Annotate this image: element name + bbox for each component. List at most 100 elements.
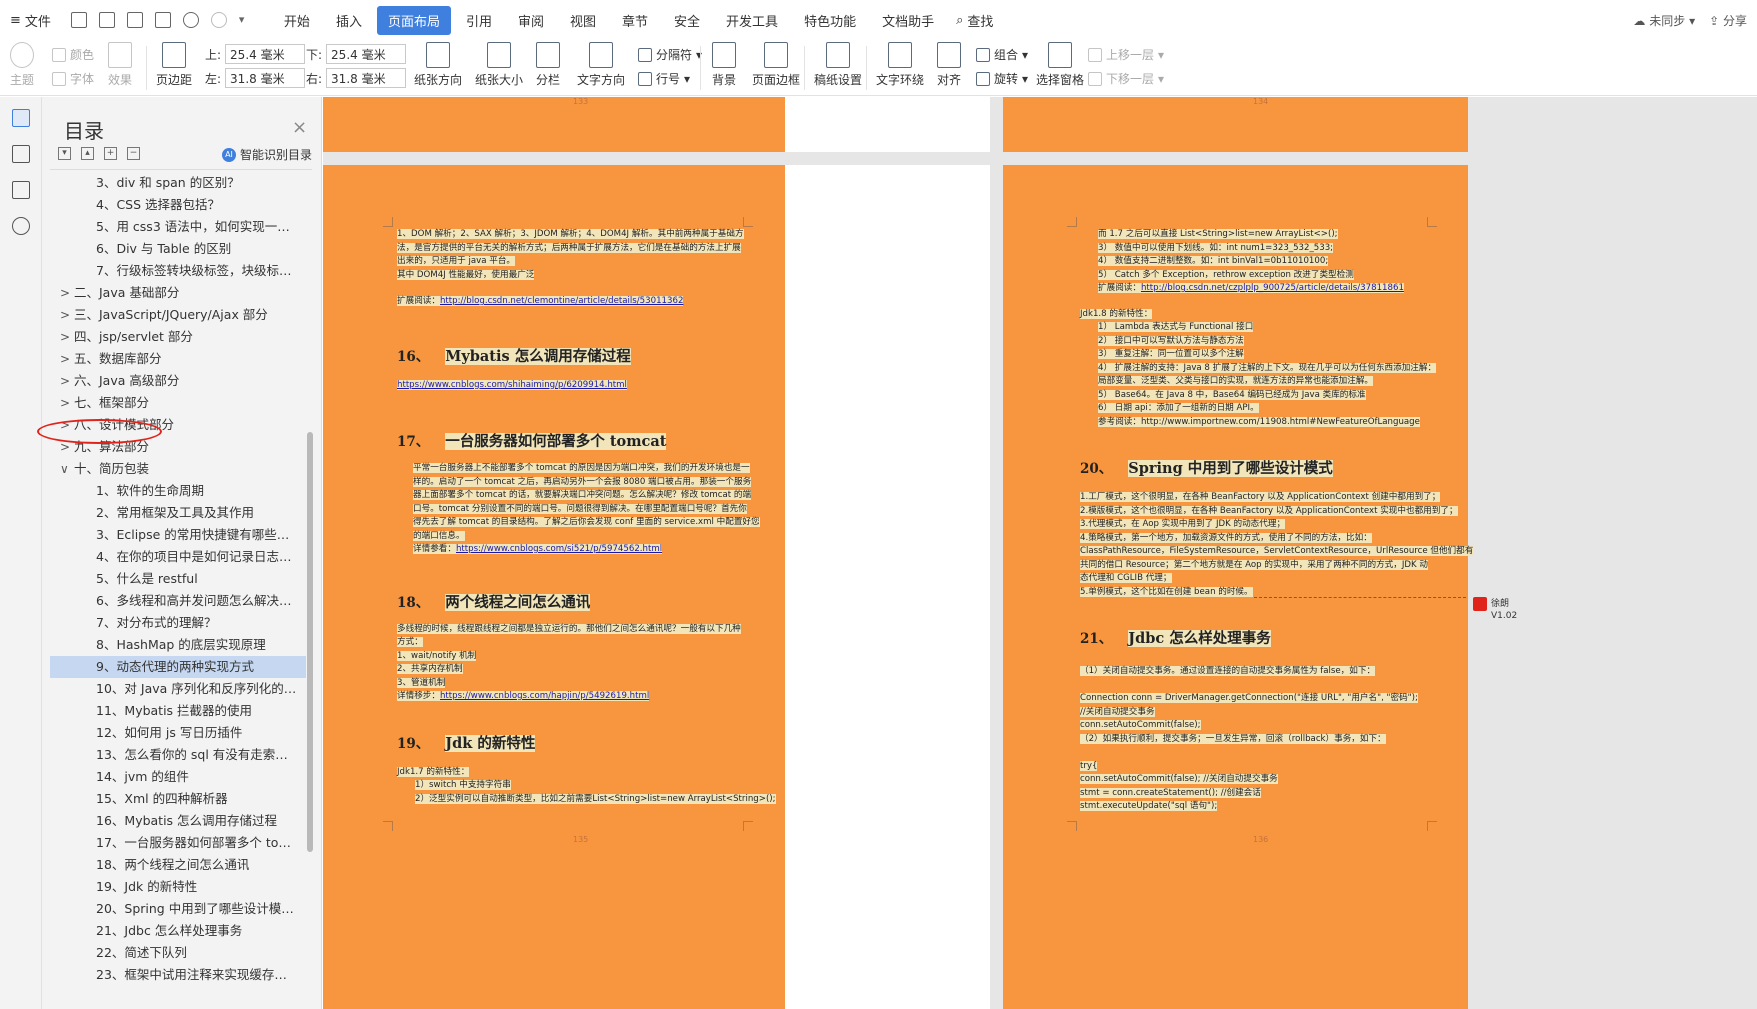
tab-8[interactable]: 开发工具 <box>715 6 789 35</box>
line-numbers-button[interactable]: 行号 ▾ <box>638 70 690 87</box>
toc-item[interactable]: 7、行级标签转块级标签，块级标… <box>50 260 306 282</box>
tab-0[interactable]: 开始 <box>273 6 321 35</box>
toc-item[interactable]: 20、Spring 中用到了哪些设计模… <box>50 898 306 920</box>
toc-item[interactable]: 3、div 和 span 的区别？ <box>50 172 306 194</box>
jdk17-link[interactable]: http://blog.csdn.net/czplplp_900725/arti… <box>1140 283 1404 293</box>
h17-link[interactable]: https://www.cnblogs.com/si521/p/5974562.… <box>455 544 663 554</box>
comment-balloon[interactable]: 徐朗 V1.02 <box>1473 596 1543 621</box>
rotate-button[interactable]: 旋转 ▾ <box>976 70 1028 87</box>
toc-item[interactable]: 5、什么是 restful <box>50 568 306 590</box>
chevron-right-icon[interactable]: > <box>60 326 70 348</box>
h18-link[interactable]: https://www.cnblogs.com/hapjin/p/5492619… <box>439 691 650 701</box>
print-icon[interactable] <box>126 12 143 28</box>
tab-2[interactable]: 页面布局 <box>376 5 451 35</box>
toc-item[interactable]: > 三、JavaScript/JQuery/Ajax 部分 <box>50 304 306 326</box>
sync-status[interactable]: ☁ 未同步 ▾ <box>1633 12 1695 29</box>
pages-icon[interactable] <box>11 145 30 163</box>
ext-read-link[interactable]: http://blog.csdn.net/clemontine/article/… <box>439 296 684 306</box>
toc-item[interactable]: 23、框架中试用注释来实现缓存… <box>50 964 306 986</box>
remove-icon[interactable]: − <box>127 147 140 160</box>
orientation-button[interactable]: 纸张方向 <box>414 42 462 88</box>
toc-icon[interactable] <box>11 109 30 127</box>
group-button[interactable]: 组合 ▾ <box>976 46 1028 63</box>
smart-toc-button[interactable]: AI 智能识别目录 <box>222 146 312 163</box>
format-painter-icon[interactable] <box>98 12 115 28</box>
tab-6[interactable]: 章节 <box>611 6 659 35</box>
toc-item[interactable]: 16、Mybatis 怎么调用存储过程 <box>50 810 306 832</box>
send-backward-button[interactable]: 下移一层 ▾ <box>1088 70 1164 87</box>
tab-10[interactable]: 文档助手 <box>871 6 945 35</box>
toc-item[interactable]: 8、HashMap 的底层实现原理 <box>50 634 306 656</box>
font-button[interactable]: 字体 <box>52 70 94 87</box>
toc-item[interactable]: 15、Xml 的四种解析器 <box>50 788 306 810</box>
toc-item[interactable]: 7、对分布式的理解？ <box>50 612 306 634</box>
bookmark-icon[interactable] <box>11 181 30 199</box>
top-margin-input[interactable] <box>225 44 306 64</box>
toc-item[interactable]: 3、Eclipse 的常用快捷键有哪些… <box>50 524 306 546</box>
print-preview-icon[interactable] <box>154 12 171 28</box>
manuscript-button[interactable]: 稿纸设置 <box>814 42 862 88</box>
toc-item[interactable]: 2、常用框架及工具及其作用 <box>50 502 306 524</box>
chevron-right-icon[interactable]: > <box>60 282 70 304</box>
toc-item[interactable]: 12、如何用 js 写日历插件 <box>50 722 306 744</box>
toc-item[interactable]: ∨ 十、简历包装 <box>50 458 306 480</box>
toc-item[interactable]: 18、两个线程之间怎么通讯 <box>50 854 306 876</box>
align-button[interactable]: 对齐 <box>937 42 961 88</box>
collapse-icon[interactable]: ▴ <box>81 147 94 160</box>
chevron-right-icon[interactable]: > <box>60 304 70 326</box>
toc-item[interactable]: 10、对 Java 序列化和反序列化的… <box>50 678 306 700</box>
tab-3[interactable]: 引用 <box>455 6 503 35</box>
chevron-down-icon[interactable]: ∨ <box>60 458 69 480</box>
add-icon[interactable]: + <box>104 147 117 160</box>
background-button[interactable]: 背景 <box>712 42 736 88</box>
file-menu[interactable]: ≡ 文件 <box>0 0 61 40</box>
bring-forward-button[interactable]: 上移一层 ▾ <box>1088 46 1164 63</box>
toc-item[interactable]: 1、软件的生命周期 <box>50 480 306 502</box>
toc-item[interactable]: > 五、数据库部分 <box>50 348 306 370</box>
toc-item[interactable]: 11、Mybatis 拦截器的使用 <box>50 700 306 722</box>
columns-button[interactable]: 分栏 <box>536 42 560 88</box>
toc-item[interactable]: 9、动态代理的两种实现方式 <box>50 656 306 678</box>
tab-1[interactable]: 插入 <box>325 6 373 35</box>
toc-item[interactable]: > 六、Java 高级部分 <box>50 370 306 392</box>
bottom-margin-input[interactable] <box>326 44 407 64</box>
tab-5[interactable]: 视图 <box>559 6 607 35</box>
share-button[interactable]: ⇪ 分享 <box>1709 12 1747 29</box>
theme-button[interactable]: 主题 <box>10 42 34 88</box>
expand-icon[interactable]: ▾ <box>58 147 71 160</box>
toc-item[interactable]: 4、CSS 选择器包括？ <box>50 194 306 216</box>
toc-item[interactable]: > 七、框架部分 <box>50 392 306 414</box>
breaks-button[interactable]: 分隔符 ▾ <box>638 46 702 63</box>
scrollbar[interactable] <box>307 432 313 852</box>
toc-item[interactable]: 14、jvm 的组件 <box>50 766 306 788</box>
tab-9[interactable]: 特色功能 <box>793 6 867 35</box>
text-wrap-button[interactable]: 文字环绕 <box>876 42 924 88</box>
chevron-down-icon[interactable]: ▾ <box>239 12 255 28</box>
toc-item[interactable]: 6、多线程和高并发问题怎么解决… <box>50 590 306 612</box>
chevron-right-icon[interactable]: > <box>60 392 70 414</box>
right-margin-input[interactable] <box>326 68 407 88</box>
chevron-right-icon[interactable]: > <box>60 370 70 392</box>
toc-item[interactable]: 19、Jdk 的新特性 <box>50 876 306 898</box>
redo-icon[interactable] <box>210 12 227 28</box>
toc-item[interactable]: > 四、jsp/servlet 部分 <box>50 326 306 348</box>
tab-7[interactable]: 安全 <box>663 6 711 35</box>
save-icon[interactable] <box>70 12 87 28</box>
close-icon[interactable]: × <box>292 117 307 138</box>
toc-item[interactable]: 17、一台服务器如何部署多个 to… <box>50 832 306 854</box>
toc-item[interactable]: 5、用 css3 语法中，如何实现一… <box>50 216 306 238</box>
search-button[interactable]: ⌕ 查找 <box>945 6 1004 35</box>
page-size-button[interactable]: 纸张大小 <box>475 42 523 88</box>
toc-item[interactable]: 13、怎么看你的 sql 有没有走索… <box>50 744 306 766</box>
find-icon[interactable] <box>11 217 30 235</box>
chevron-right-icon[interactable]: > <box>60 348 70 370</box>
color-button[interactable]: 颜色 <box>52 46 94 63</box>
toc-item[interactable]: 6、Div 与 Table 的区别 <box>50 238 306 260</box>
text-direction-button[interactable]: 文字方向 <box>577 42 625 88</box>
tab-4[interactable]: 审阅 <box>507 6 555 35</box>
selection-pane-button[interactable]: 选择窗格 <box>1036 42 1084 88</box>
page-border-button[interactable]: 页面边框 <box>752 42 800 88</box>
toc-item[interactable]: 4、在你的项目中是如何记录日志… <box>50 546 306 568</box>
margin-button[interactable]: 页边距 <box>156 42 192 88</box>
toc-item[interactable]: 21、Jdbc 怎么样处理事务 <box>50 920 306 942</box>
